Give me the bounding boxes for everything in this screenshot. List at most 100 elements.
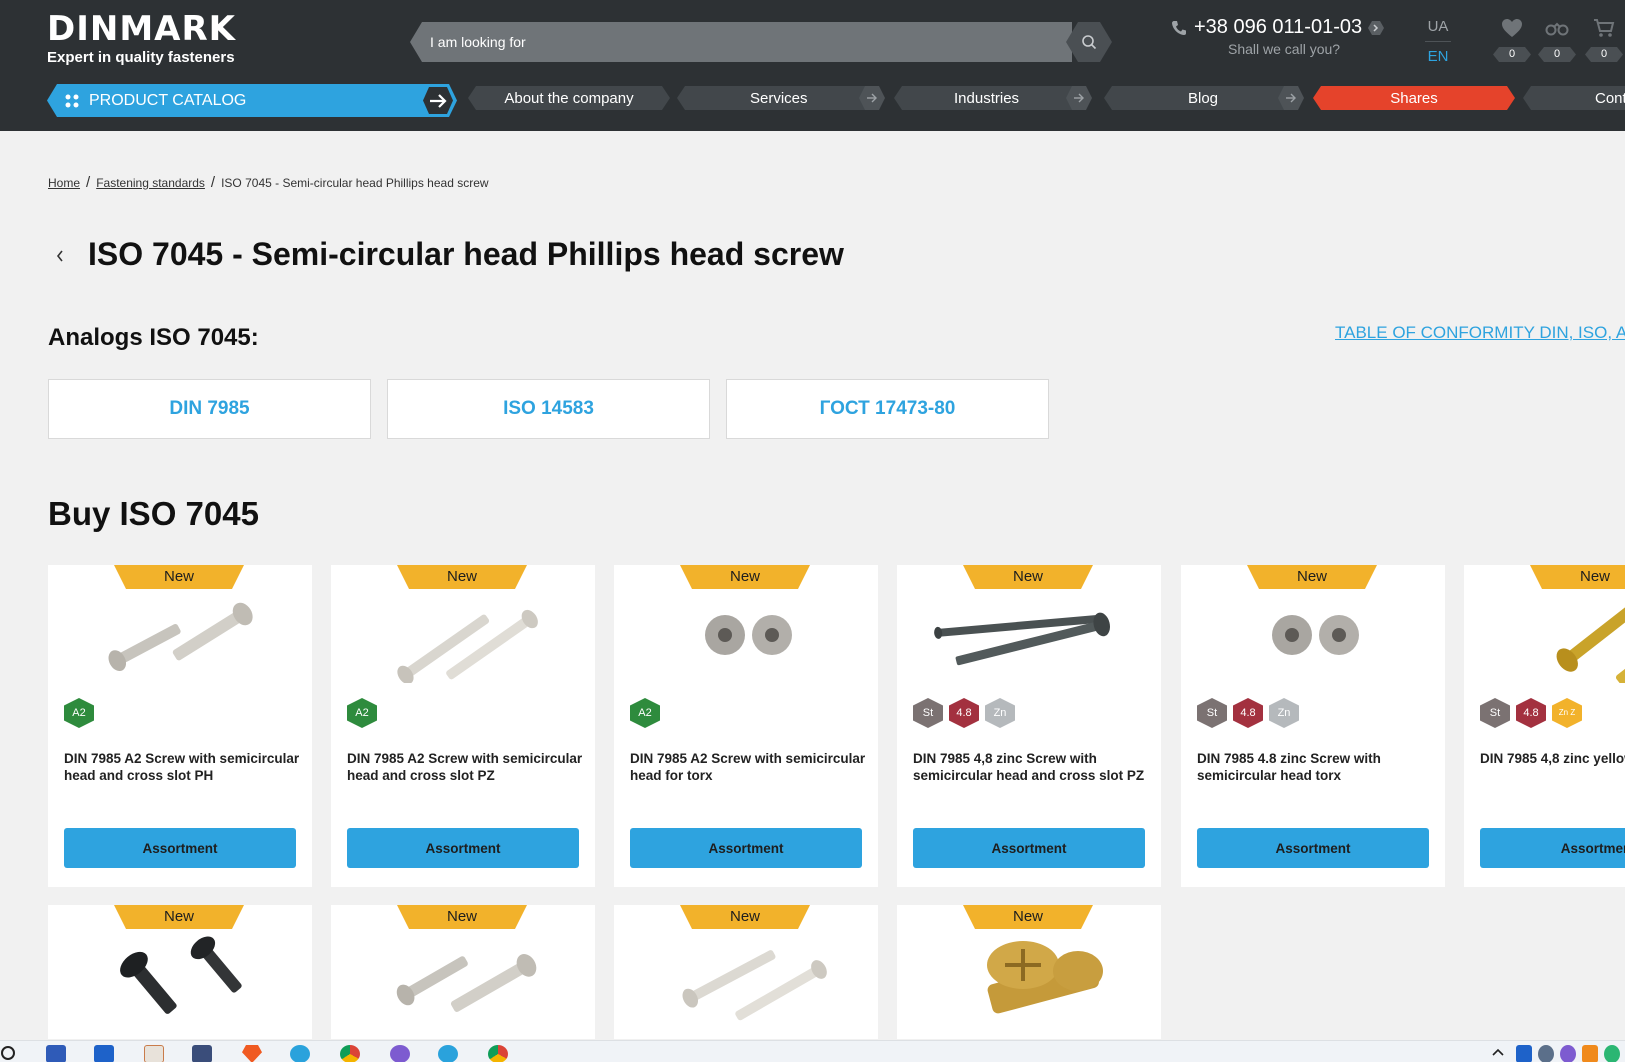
cart-button[interactable]: 0 xyxy=(1584,18,1624,62)
product-name[interactable]: DIN 7985 A2 Screw with semicircular head… xyxy=(347,750,587,784)
product-name[interactable]: DIN 7985 4,8 zinc Screw with semicircula… xyxy=(913,750,1153,784)
assortment-button[interactable]: Assortmen xyxy=(1480,828,1625,868)
analog-iso-14583[interactable]: ISO 14583 xyxy=(387,379,710,439)
material-badges: A2 xyxy=(630,698,660,728)
nav-shares[interactable]: Shares xyxy=(1313,86,1515,110)
phone-number[interactable]: +38 096 011-01-03 xyxy=(1194,16,1362,39)
breadcrumb-current: ISO 7045 - Semi-circular head Phillips h… xyxy=(221,176,489,190)
material-badges: St 4.8 Zn Z xyxy=(1480,698,1582,728)
tray-app-icon[interactable] xyxy=(1604,1045,1620,1062)
nav-shares-label: Shares xyxy=(1390,89,1438,107)
search-button[interactable] xyxy=(1066,22,1112,62)
lang-ua[interactable]: UA xyxy=(1425,18,1451,42)
product-name[interactable]: DIN 7985 A2 Screw with semicircular head… xyxy=(64,750,304,784)
tray-app-icon[interactable] xyxy=(1538,1045,1554,1062)
assortment-button[interactable]: Assortment xyxy=(64,828,296,868)
arrow-right-icon xyxy=(867,93,877,103)
telegram-icon[interactable] xyxy=(438,1045,458,1062)
product-name[interactable]: DIN 7985 4,8 zinc yellow Screw with semi… xyxy=(1480,750,1625,767)
nav-industries[interactable]: Industries xyxy=(894,86,1092,110)
product-card[interactable]: New xyxy=(614,905,878,1039)
analog-gost-17473[interactable]: ГОСТ 17473-80 xyxy=(726,379,1049,439)
product-card[interactable]: New A2 DIN 7985 A2 Screw with semicircul… xyxy=(331,565,595,887)
compare-scale-icon xyxy=(1545,22,1569,36)
product-image xyxy=(1272,615,1359,655)
product-card[interactable]: New A2 DIN 7985 A2 Screw with semicircul… xyxy=(48,565,312,887)
new-ribbon: New xyxy=(963,905,1093,929)
brave-browser-icon[interactable] xyxy=(242,1045,262,1062)
chrome-icon[interactable] xyxy=(340,1045,360,1062)
lang-en[interactable]: EN xyxy=(1425,48,1451,65)
breadcrumb-home[interactable]: Home xyxy=(48,176,80,190)
product-card[interactable]: New xyxy=(331,905,595,1039)
presentation-app-icon[interactable] xyxy=(144,1045,164,1062)
product-card[interactable]: New St 4.8 Zn Z DIN 7985 4,8 zinc yellow… xyxy=(1464,565,1625,887)
badge-st: St xyxy=(1197,698,1227,728)
save-app-icon[interactable] xyxy=(46,1045,66,1062)
nav-about[interactable]: About the company xyxy=(468,86,670,110)
material-badges: St 4.8 Zn xyxy=(913,698,1015,728)
new-ribbon: New xyxy=(680,905,810,929)
terminal-app-icon[interactable] xyxy=(94,1045,114,1062)
chrome-icon[interactable] xyxy=(488,1045,508,1062)
new-ribbon: New xyxy=(397,565,527,589)
nav-contacts[interactable]: Cont xyxy=(1523,86,1625,110)
nav-services-arrow[interactable] xyxy=(859,86,885,110)
search-input[interactable] xyxy=(430,32,1050,52)
product-catalog-button[interactable]: PRODUCT CATALOG xyxy=(47,84,457,117)
material-badges: St 4.8 Zn xyxy=(1197,698,1299,728)
chevron-left-icon xyxy=(56,250,63,262)
viber-tray-icon[interactable] xyxy=(1560,1045,1576,1062)
logo-tagline: Expert in quality fasteners xyxy=(47,49,235,66)
new-ribbon: New xyxy=(114,565,244,589)
breadcrumb: Home / Fastening standards / ISO 7045 - … xyxy=(48,174,489,191)
back-button[interactable] xyxy=(52,246,68,266)
product-image xyxy=(705,615,792,655)
callback-link[interactable]: Shall we call you? xyxy=(1228,41,1390,57)
product-card[interactable]: New xyxy=(48,905,312,1039)
nav-blog-arrow[interactable] xyxy=(1278,86,1304,110)
assortment-button[interactable]: Assortment xyxy=(913,828,1145,868)
breadcrumb-standards[interactable]: Fastening standards xyxy=(96,176,205,190)
assortment-button[interactable]: Assortment xyxy=(630,828,862,868)
assortment-button[interactable]: Assortment xyxy=(347,828,579,868)
chevron-up-icon[interactable] xyxy=(1492,1047,1504,1057)
catalog-label: PRODUCT CATALOG xyxy=(89,91,247,109)
telegram-icon[interactable] xyxy=(290,1045,310,1062)
nav-blog[interactable]: Blog xyxy=(1104,86,1304,110)
product-card[interactable]: New xyxy=(897,905,1161,1039)
tray-app-icon[interactable] xyxy=(1516,1045,1532,1062)
product-card[interactable]: New A2 DIN 7985 A2 Screw with semicircul… xyxy=(614,565,878,887)
cart-count: 0 xyxy=(1585,47,1623,62)
nav-services[interactable]: Services xyxy=(677,86,885,110)
analog-din-7985[interactable]: DIN 7985 xyxy=(48,379,371,439)
conformity-table-link[interactable]: TABLE OF CONFORMITY DIN, ISO, AN xyxy=(1335,323,1625,343)
tray-app-icon[interactable] xyxy=(1582,1045,1598,1062)
product-image xyxy=(108,602,253,672)
compare-count: 0 xyxy=(1538,47,1576,62)
wishlist-button[interactable]: 0 xyxy=(1492,18,1532,62)
product-name[interactable]: DIN 7985 A2 Screw with semicircular head… xyxy=(630,750,870,784)
phone-dropdown-icon[interactable] xyxy=(1368,20,1385,35)
cart-icon xyxy=(1594,19,1615,37)
product-name[interactable]: DIN 7985 4.8 zinc Screw with semicircula… xyxy=(1197,750,1437,784)
logo[interactable]: DINMARK Expert in quality fasteners xyxy=(47,12,236,66)
product-card[interactable]: New St 4.8 Zn DIN 7985 4,8 zinc Screw wi… xyxy=(897,565,1161,887)
badge-zn: Zn xyxy=(985,698,1015,728)
nav-industries-arrow[interactable] xyxy=(1066,86,1092,110)
badge-grade-4-8: 4.8 xyxy=(949,698,979,728)
new-ribbon: New xyxy=(114,905,244,929)
wishlist-count: 0 xyxy=(1493,47,1531,62)
arrow-right-icon xyxy=(430,93,447,108)
product-image xyxy=(120,936,242,1014)
search-icon[interactable] xyxy=(0,1045,18,1062)
badge-zn-yellow: Zn Z xyxy=(1552,698,1582,728)
phone-block: +38 096 011-01-03 Shall we call you? xyxy=(1170,16,1390,57)
book-app-icon[interactable] xyxy=(192,1045,212,1062)
product-card[interactable]: New St 4.8 Zn DIN 7985 4.8 zinc Screw wi… xyxy=(1181,565,1445,887)
breadcrumb-separator: / xyxy=(86,174,91,191)
compare-button[interactable]: 0 xyxy=(1537,18,1577,62)
viber-icon[interactable] xyxy=(390,1045,410,1062)
assortment-button[interactable]: Assortment xyxy=(1197,828,1429,868)
badge-st: St xyxy=(1480,698,1510,728)
